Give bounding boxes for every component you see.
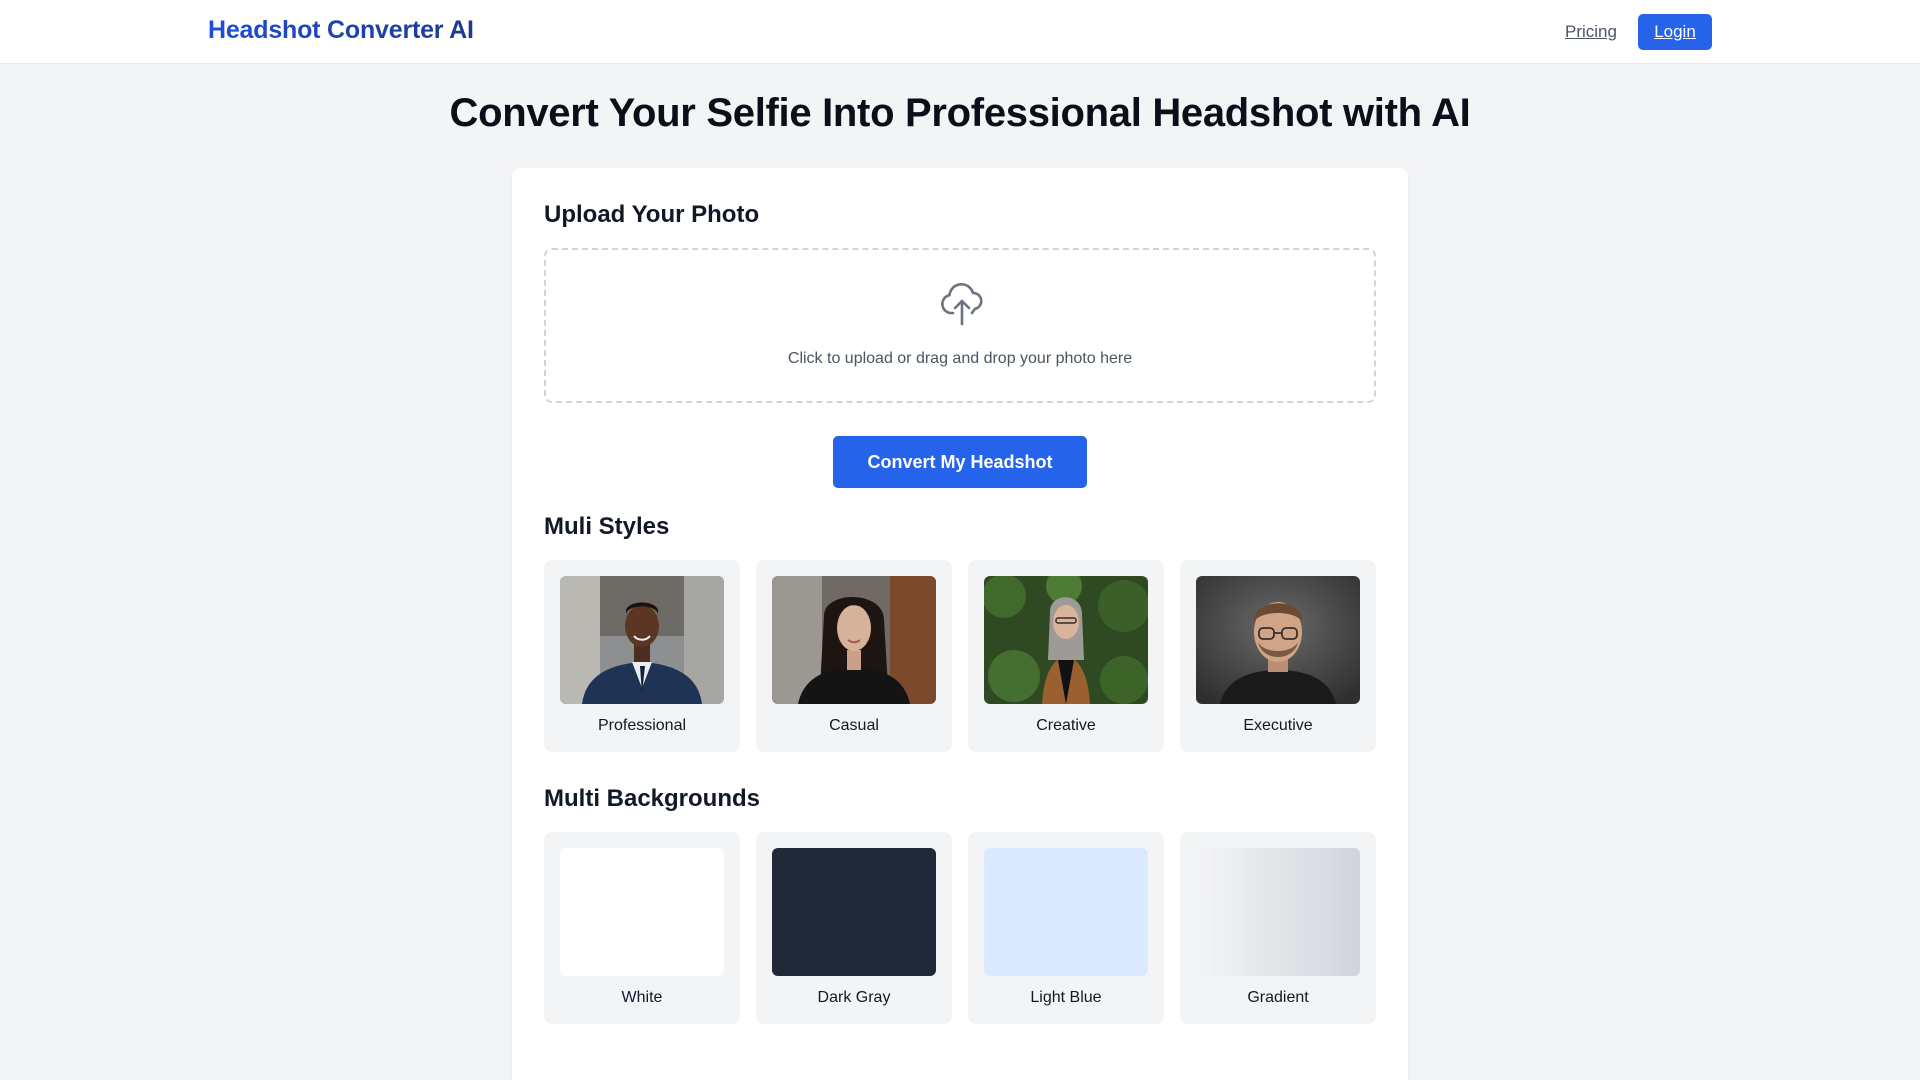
converter-card: Upload Your Photo Click to upload or dra…	[512, 168, 1408, 1080]
style-option-creative[interactable]: Creative	[968, 560, 1164, 752]
style-option-executive[interactable]: Executive	[1180, 560, 1376, 752]
style-label: Creative	[1036, 717, 1096, 734]
backgrounds-grid: White Dark Gray Light Blue Gradient	[544, 832, 1376, 1024]
background-label: Dark Gray	[817, 989, 891, 1006]
background-label: Gradient	[1247, 989, 1309, 1006]
style-label: Casual	[829, 717, 879, 734]
dark-gray-swatch	[772, 848, 936, 976]
upload-section-title: Upload Your Photo	[544, 201, 760, 228]
style-option-professional[interactable]: Professional	[544, 560, 740, 752]
pricing-link[interactable]: Pricing	[1565, 22, 1617, 42]
light-blue-swatch	[984, 848, 1148, 976]
background-option-white[interactable]: White	[544, 832, 740, 1024]
gradient-swatch	[1196, 848, 1360, 976]
professional-photo	[560, 576, 724, 704]
login-button[interactable]: Login	[1638, 14, 1712, 50]
backgrounds-section-title: Multi Backgrounds	[544, 785, 761, 812]
styles-section-title: Muli Styles	[544, 513, 670, 540]
style-option-casual[interactable]: Casual	[756, 560, 952, 752]
background-label: Light Blue	[1030, 989, 1102, 1006]
background-option-light-blue[interactable]: Light Blue	[968, 832, 1164, 1024]
upload-hint: Click to upload or drag and drop your ph…	[787, 350, 1133, 367]
brand-logo[interactable]: Headshot Converter AI	[208, 16, 474, 45]
styles-grid: Professional Casual Creative Executive	[544, 560, 1376, 752]
background-option-gradient[interactable]: Gradient	[1180, 832, 1376, 1024]
page-title: Convert Your Selfie Into Professional He…	[449, 91, 1471, 135]
convert-button[interactable]: Convert My Headshot	[833, 436, 1087, 488]
executive-photo	[1196, 576, 1360, 704]
style-label: Professional	[597, 717, 687, 734]
cloud-upload-icon	[941, 283, 983, 326]
top-navbar: Headshot Converter AI Pricing Login	[0, 0, 1920, 64]
background-option-dark-gray[interactable]: Dark Gray	[756, 832, 952, 1024]
style-label: Executive	[1243, 717, 1313, 734]
upload-dropzone[interactable]: Click to upload or drag and drop your ph…	[544, 248, 1376, 403]
background-label: White	[621, 989, 663, 1006]
creative-photo	[984, 576, 1148, 704]
casual-photo	[772, 576, 936, 704]
white-swatch	[560, 848, 724, 976]
